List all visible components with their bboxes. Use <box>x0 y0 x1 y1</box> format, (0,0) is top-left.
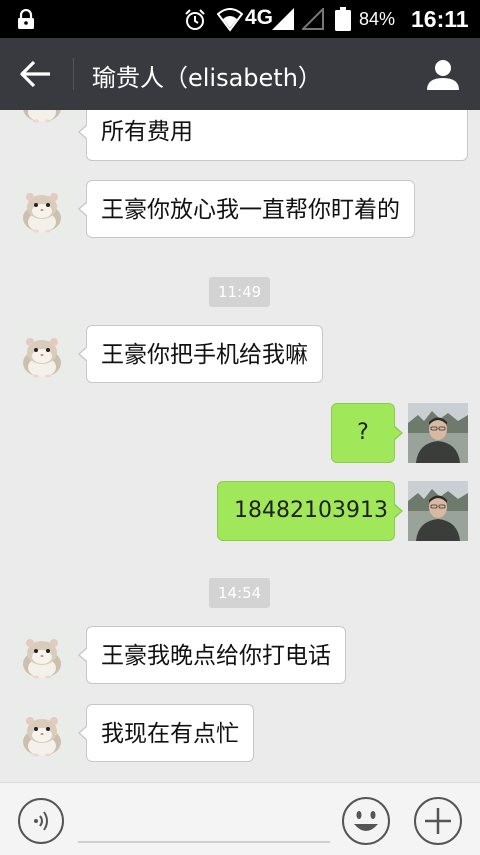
received-message[interactable]: 王豪你放心我一直帮你盯着的 <box>78 180 415 238</box>
message-list[interactable]: 所有费用 王豪你放心我一直帮你盯着的 11:49 王豪你把手机给我嘛 ? 184… <box>0 110 480 782</box>
sent-message[interactable]: 18482103913 <box>217 481 403 541</box>
plus-icon[interactable] <box>413 796 463 846</box>
network-type: 4G <box>245 6 274 29</box>
chat-title: 瑜贵人（elisabeth） <box>92 64 322 92</box>
alarm-icon <box>185 9 205 30</box>
received-message[interactable]: 王豪我晚点给你打电话 <box>78 626 346 684</box>
chat-header: 瑜贵人（elisabeth） <box>0 38 480 110</box>
time-separator: 14:54 <box>209 578 271 608</box>
sent-message[interactable]: ? <box>331 403 403 463</box>
header-divider <box>73 58 74 90</box>
my-avatar[interactable] <box>408 403 468 463</box>
contact-avatar[interactable] <box>12 180 72 240</box>
emoji-icon[interactable] <box>341 796 391 846</box>
received-message[interactable]: 王豪你把手机给我嘛 <box>78 325 323 383</box>
message-input[interactable] <box>78 841 330 843</box>
user-profile-icon[interactable] <box>427 58 459 90</box>
lock-icon <box>18 9 34 29</box>
battery-percent: 84% <box>359 9 396 29</box>
input-bar <box>0 782 480 855</box>
signal-icon <box>302 8 324 30</box>
status-bar: 4G 84% 16:11 <box>0 0 480 38</box>
contact-avatar[interactable] <box>12 626 72 686</box>
my-avatar[interactable] <box>408 481 468 541</box>
clock: 16:11 <box>411 6 469 32</box>
time-separator: 11:49 <box>209 277 271 307</box>
received-message[interactable]: 我现在有点忙 <box>78 704 254 762</box>
wifi-icon <box>217 8 243 32</box>
signal-icon <box>272 8 294 30</box>
contact-avatar[interactable] <box>12 110 72 130</box>
contact-avatar[interactable] <box>12 704 72 764</box>
voice-icon[interactable] <box>17 797 65 845</box>
received-message[interactable]: 所有费用 <box>78 110 468 161</box>
battery-icon <box>335 7 351 31</box>
contact-avatar[interactable] <box>12 325 72 385</box>
back-arrow-icon[interactable] <box>20 60 52 88</box>
